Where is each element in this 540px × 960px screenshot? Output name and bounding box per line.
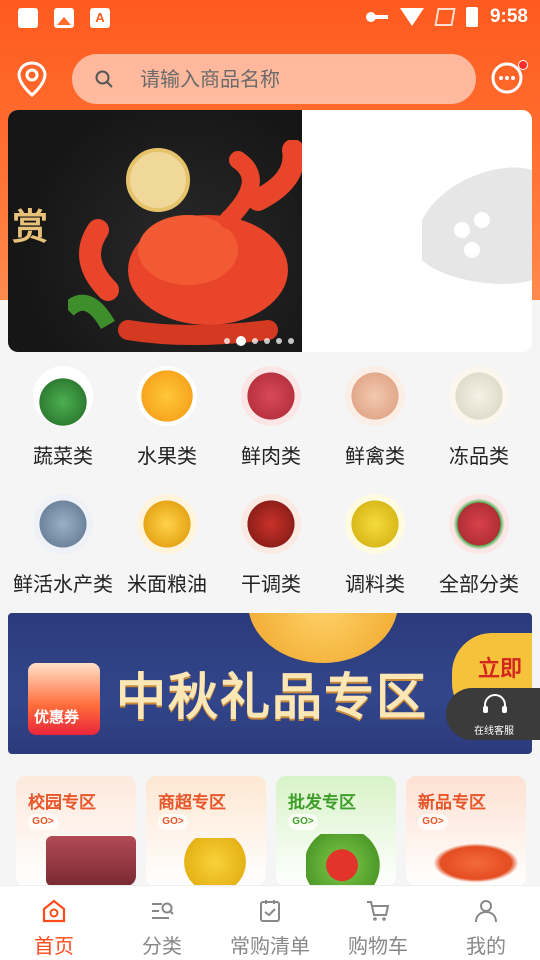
seasoning-icon <box>345 494 405 554</box>
vegetables-icon <box>33 366 93 426</box>
battery-icon <box>465 7 478 27</box>
coupon-label: 优惠券 <box>34 708 80 726</box>
banner-carousel[interactable]: 赏 <box>8 110 532 352</box>
carousel-dot[interactable] <box>224 338 230 344</box>
category-fruit[interactable]: 水果类 <box>112 366 222 469</box>
carousel-dot[interactable] <box>252 338 258 344</box>
zone-card-campus[interactable]: 校园专区 GO> <box>16 776 136 886</box>
zone-title: 新品专区 <box>418 793 486 813</box>
category-dried-spices[interactable]: 干调类 <box>216 494 326 597</box>
oil-icon <box>137 494 197 554</box>
fish-icon <box>33 494 93 554</box>
banner-slide-image: 赏 <box>8 110 305 352</box>
carousel-dot[interactable] <box>288 338 294 344</box>
carousel-dot[interactable] <box>264 338 270 344</box>
zone-title: 校园专区 <box>28 793 96 813</box>
tab-category[interactable]: 分类 <box>108 886 216 960</box>
vpn-key-icon <box>365 12 388 22</box>
category-meat[interactable]: 鲜肉类 <box>216 366 326 469</box>
zone-card-wholesale[interactable]: 批发专区 GO> <box>276 776 396 886</box>
chili-icon <box>241 494 301 554</box>
tab-profile[interactable]: 我的 <box>432 886 540 960</box>
category-seasoning[interactable]: 调料类 <box>320 494 430 597</box>
image-notification-icon <box>54 8 74 28</box>
shrimp-product-image <box>426 840 526 886</box>
zone-title: 批发专区 <box>288 793 356 813</box>
carousel-dot-active[interactable] <box>236 336 246 346</box>
category-search-icon <box>152 902 174 919</box>
search-input[interactable] <box>140 67 440 91</box>
watermark-logo <box>422 167 532 284</box>
tab-label: 首页 <box>34 934 74 958</box>
tab-frequent-list[interactable]: 常购清单 <box>216 886 324 960</box>
coupon-badge[interactable]: 优惠券 <box>28 663 100 735</box>
tab-label: 分类 <box>142 934 182 958</box>
category-label: 全部分类 <box>439 572 519 596</box>
clipboard-check-icon <box>260 900 280 922</box>
poultry-icon <box>345 366 405 426</box>
carousel-dot[interactable] <box>276 338 282 344</box>
location-pin-icon[interactable] <box>14 60 50 98</box>
search-icon <box>95 70 113 88</box>
bottom-tab-bar: 首页 分类 常购清单 购物车 我的 <box>0 885 540 960</box>
category-label: 米面粮油 <box>127 572 207 596</box>
status-time: 9:58 <box>489 6 528 27</box>
category-label: 干调类 <box>241 572 301 596</box>
category-label: 蔬菜类 <box>33 444 93 468</box>
search-bar[interactable] <box>72 54 476 104</box>
meat-icon <box>241 366 301 426</box>
tab-label: 购物车 <box>348 934 408 958</box>
app-notification-icon: A <box>90 8 110 28</box>
corn-product-image <box>170 838 260 886</box>
category-poultry[interactable]: 鲜禽类 <box>320 366 430 469</box>
customer-service-button[interactable]: 在线客服 <box>446 688 540 740</box>
dumplings-icon <box>449 366 509 426</box>
home-icon <box>42 899 66 923</box>
promo-cta-label: 立即 <box>478 657 523 682</box>
promo-title: 中秋礼品专区 <box>116 668 428 726</box>
zone-card-new[interactable]: 新品专区 GO> <box>406 776 526 886</box>
crab-image <box>68 140 305 345</box>
zone-go-button[interactable]: GO> <box>158 814 188 830</box>
meat-product-image <box>46 836 136 886</box>
zone-go-button[interactable]: GO> <box>288 814 318 830</box>
zone-go-button[interactable]: GO> <box>28 814 58 830</box>
category-grain-oil[interactable]: 米面粮油 <box>112 494 222 597</box>
carousel-indicator <box>224 336 294 346</box>
zone-cards: 校园专区 GO> 商超专区 GO> 批发专区 GO> 新品专区 GO> <box>16 776 526 886</box>
unread-badge <box>518 60 528 70</box>
zone-title: 商超专区 <box>158 793 226 813</box>
wifi-icon <box>399 8 424 26</box>
moon-decoration <box>248 613 398 663</box>
category-seafood[interactable]: 鲜活水产类 <box>8 494 118 597</box>
user-icon <box>475 900 497 923</box>
category-label: 调料类 <box>345 572 405 596</box>
category-frozen[interactable]: 冻品类 <box>424 366 534 469</box>
zone-go-button[interactable]: GO> <box>418 814 448 830</box>
tab-cart[interactable]: 购物车 <box>324 886 432 960</box>
banner-slide-next <box>302 110 532 352</box>
category-all[interactable]: 全部分类 <box>424 494 534 597</box>
category-label: 鲜禽类 <box>345 444 405 468</box>
vegetables-product-image <box>306 834 396 886</box>
headset-icon <box>483 694 507 713</box>
notification-square-icon <box>18 8 38 28</box>
cart-icon <box>367 901 390 921</box>
category-label: 鲜肉类 <box>241 444 301 468</box>
category-grid: 蔬菜类 水果类 鲜肉类 鲜禽类 冻品类 鲜活水产类 米面粮油 干调类 调料类 全… <box>8 352 532 607</box>
customer-service-label: 在线客服 <box>474 726 514 737</box>
category-vegetables[interactable]: 蔬菜类 <box>8 366 118 469</box>
tab-label: 我的 <box>466 934 506 958</box>
category-label: 鲜活水产类 <box>13 572 113 596</box>
category-label: 水果类 <box>137 444 197 468</box>
tab-label: 常购清单 <box>230 934 310 958</box>
banner-text: 赏 <box>12 206 49 248</box>
tab-home[interactable]: 首页 <box>0 886 108 960</box>
mango-icon <box>137 366 197 426</box>
status-bar: A 9:58 <box>0 0 540 38</box>
no-signal-icon <box>434 8 456 26</box>
all-categories-icon <box>449 494 509 554</box>
category-label: 冻品类 <box>449 444 509 468</box>
zone-card-supermarket[interactable]: 商超专区 GO> <box>146 776 266 886</box>
